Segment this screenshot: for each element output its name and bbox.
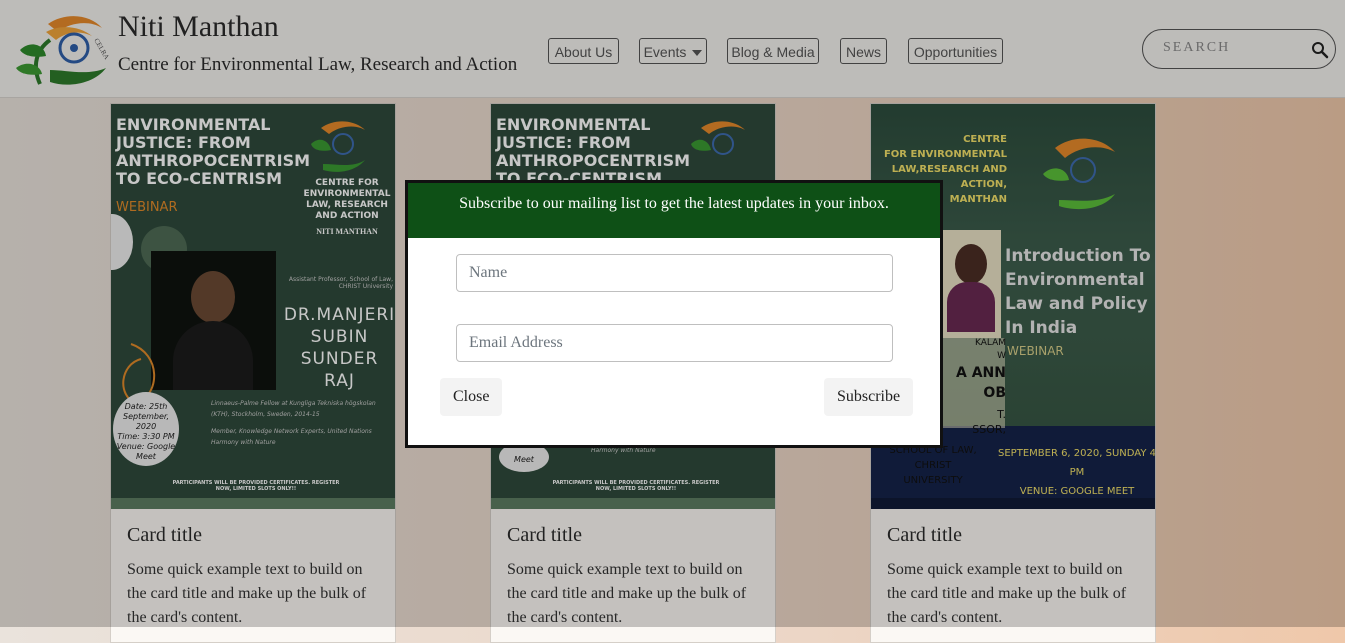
subscribe-button[interactable]: Subscribe — [824, 378, 914, 416]
name-field[interactable] — [456, 254, 893, 292]
email-field[interactable] — [456, 324, 893, 362]
modal-header: Subscribe to our mailing list to get the… — [408, 183, 940, 238]
close-button[interactable]: Close — [440, 378, 503, 416]
subscribe-modal: Subscribe to our mailing list to get the… — [405, 180, 943, 448]
